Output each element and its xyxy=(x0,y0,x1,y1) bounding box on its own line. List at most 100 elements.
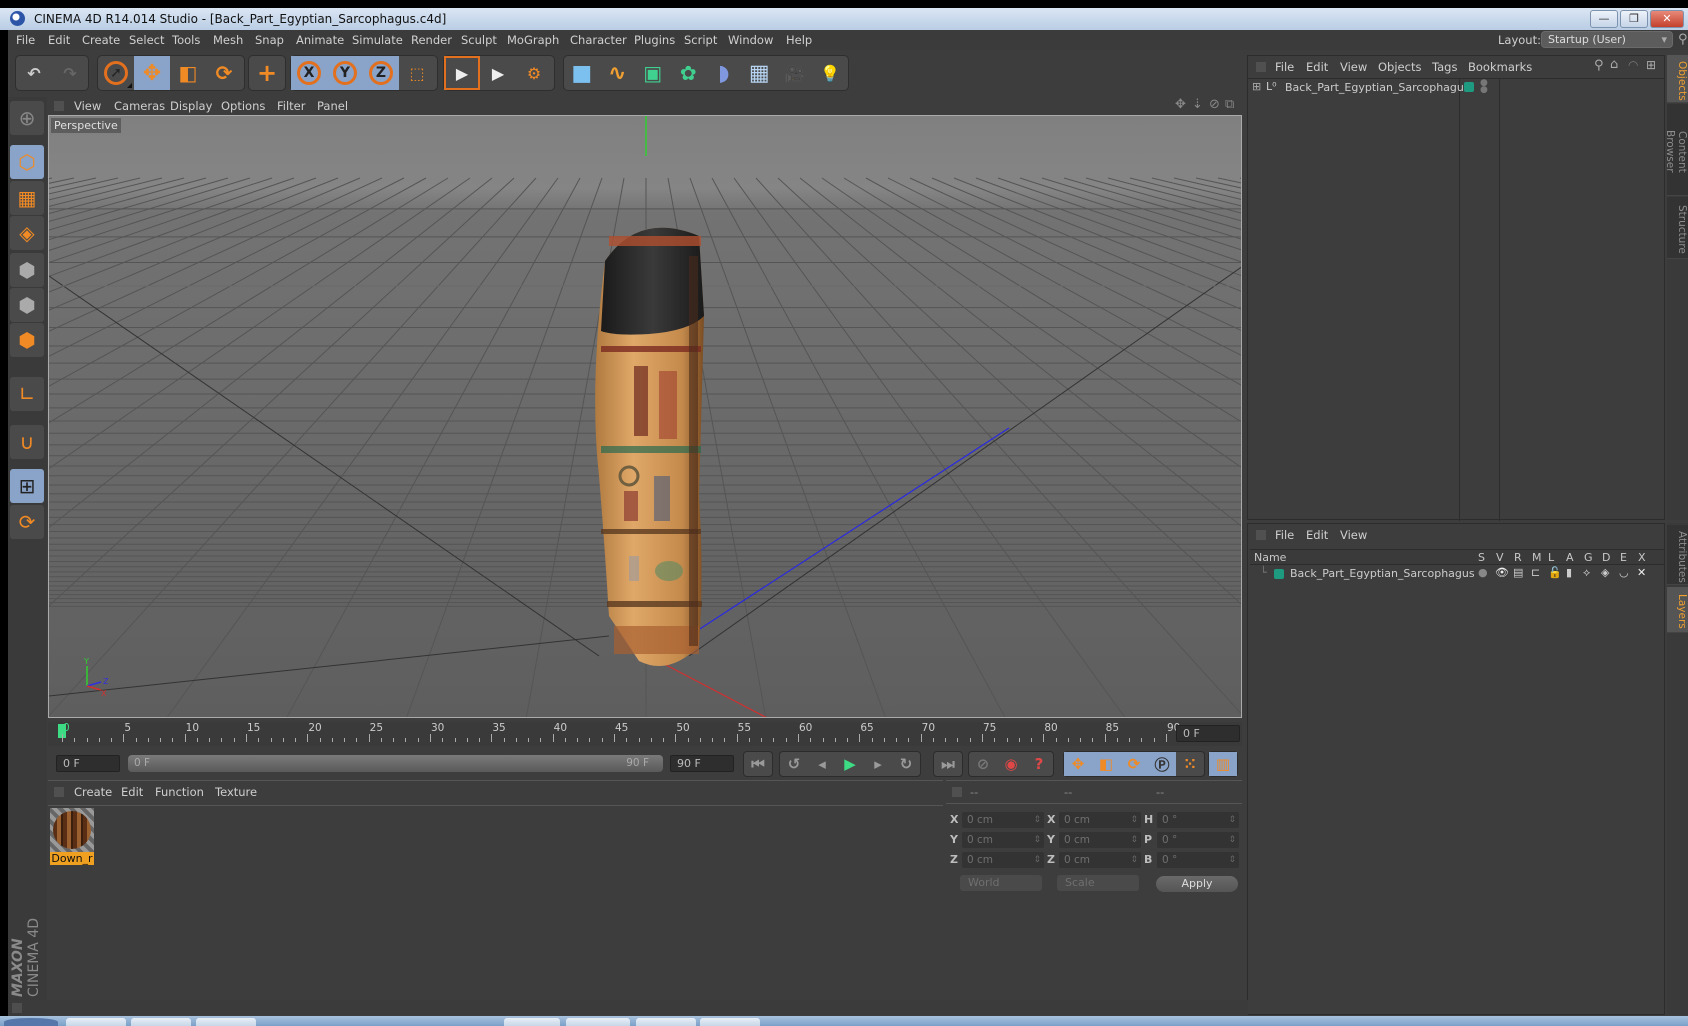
material-menu-edit[interactable]: Edit xyxy=(121,785,143,799)
light-icon[interactable]: 💡 xyxy=(813,56,849,90)
home-icon[interactable]: ⌂ xyxy=(1610,57,1618,72)
visible-toggle-icon[interactable]: 👁 xyxy=(1495,566,1509,579)
record-keys-icon[interactable]: ⊘ xyxy=(969,752,997,776)
render-settings-icon[interactable]: ⚙ xyxy=(516,56,552,90)
object-menu-objects[interactable]: Objects xyxy=(1378,60,1421,74)
subdivision-surface-icon[interactable]: ▣ xyxy=(635,56,671,90)
col-render[interactable]: R xyxy=(1514,551,1522,564)
solo-toggle-icon[interactable]: ● xyxy=(1478,566,1488,579)
next-frame-icon[interactable]: ▸ xyxy=(864,752,892,776)
menu-simulate[interactable]: Simulate xyxy=(352,33,403,47)
eye-icon[interactable]: ◠ xyxy=(1628,58,1638,72)
tab-attributes[interactable]: Attributes xyxy=(1667,525,1688,585)
animation-toggle-icon[interactable]: ▮ xyxy=(1566,566,1572,579)
menu-script[interactable]: Script xyxy=(684,33,717,47)
timeline-ruler[interactable]: 0 5 10 15 20 25 30 35 40 45 50 55 60 65 70 75 80 85 90 0 F xyxy=(48,722,1242,746)
menu-mograph[interactable]: MoGraph xyxy=(507,33,559,47)
key-scale-icon[interactable]: ◧ xyxy=(1092,752,1120,776)
object-name[interactable]: Back_Part_Egyptian_Sarcophagus xyxy=(1285,81,1470,94)
key-parameter-icon[interactable]: Ⓟ xyxy=(1148,752,1176,776)
search-icon[interactable]: ⚲ xyxy=(1594,58,1604,73)
viewport-menu-cameras[interactable]: Cameras xyxy=(114,99,165,113)
cube-icon[interactable]: ■ xyxy=(564,56,600,90)
menu-file[interactable]: File xyxy=(16,33,35,47)
col-solo[interactable]: S xyxy=(1478,551,1485,564)
play-icon[interactable]: ▶ xyxy=(836,752,864,776)
object-menu-bookmarks[interactable]: Bookmarks xyxy=(1468,60,1532,74)
y-axis-button[interactable]: Y xyxy=(327,56,363,90)
restore-button[interactable]: ❐ xyxy=(1620,10,1648,28)
range-slider[interactable]: 0 F 90 F xyxy=(128,755,663,772)
menu-tools[interactable]: Tools xyxy=(172,33,200,47)
search-icon[interactable]: ⚲ xyxy=(1678,32,1688,47)
points-mode-icon[interactable]: ⬢ xyxy=(10,253,44,287)
viewport-menu-panel[interactable]: Panel xyxy=(317,99,348,113)
goto-next-key-icon[interactable]: ↻ xyxy=(892,752,920,776)
current-frame-field[interactable]: 0 F xyxy=(1176,725,1240,742)
layer-color-swatch[interactable] xyxy=(1464,82,1474,92)
panel-grip-icon[interactable] xyxy=(54,787,64,797)
axis-mode-icon[interactable]: ∟ xyxy=(10,377,44,411)
rot-h-field[interactable]: 0 ° xyxy=(1157,812,1239,828)
rot-p-field[interactable]: 0 ° xyxy=(1157,832,1239,848)
maximize-view-icon[interactable]: ⧉ xyxy=(1225,97,1234,112)
key-rotation-icon[interactable]: ⟳ xyxy=(1120,752,1148,776)
col-visible[interactable]: V xyxy=(1496,551,1504,564)
x-axis-button[interactable]: X xyxy=(291,56,327,90)
zoom-view-icon[interactable]: ⇣ xyxy=(1192,97,1203,112)
col-locked[interactable]: L xyxy=(1548,551,1554,564)
material-menu-function[interactable]: Function xyxy=(155,785,204,799)
menu-sculpt[interactable]: Sculpt xyxy=(461,33,497,47)
coordinate-system-icon[interactable]: ⬚ xyxy=(399,56,435,90)
object-menu-edit[interactable]: Edit xyxy=(1306,60,1328,74)
camera-icon[interactable]: 🎥 xyxy=(777,56,813,90)
viewport-menu-display[interactable]: Display xyxy=(170,99,212,113)
menu-create[interactable]: Create xyxy=(82,33,120,47)
pos-y-field[interactable]: 0 cm xyxy=(962,832,1044,848)
layer-menu-edit[interactable]: Edit xyxy=(1306,528,1328,542)
tab-layers[interactable]: Layers xyxy=(1667,587,1688,633)
minimize-button[interactable]: — xyxy=(1590,10,1618,28)
pos-x-field[interactable]: 0 cm xyxy=(962,812,1044,828)
taskbar-item[interactable] xyxy=(196,1018,256,1026)
taskbar-item[interactable] xyxy=(66,1018,126,1026)
panel-grip-icon[interactable] xyxy=(952,787,962,797)
menu-edit[interactable]: Edit xyxy=(48,33,70,47)
menu-render[interactable]: Render xyxy=(411,33,452,47)
deformer-icon[interactable]: ◗ xyxy=(706,56,742,90)
menu-mesh[interactable]: Mesh xyxy=(213,33,243,47)
col-generators[interactable]: G xyxy=(1584,551,1593,564)
prev-frame-icon[interactable]: ◂ xyxy=(808,752,836,776)
add-tool-icon[interactable]: + xyxy=(249,56,285,90)
goto-start-icon[interactable]: ⏮ xyxy=(744,752,772,776)
pos-z-field[interactable]: 0 cm xyxy=(962,852,1044,868)
tab-structure[interactable]: Structure xyxy=(1667,197,1688,259)
edges-mode-icon[interactable]: ⬢ xyxy=(10,288,44,322)
start-frame-field[interactable]: 0 F xyxy=(56,755,120,772)
goto-prev-key-icon[interactable]: ↺ xyxy=(780,752,808,776)
layer-color-swatch[interactable] xyxy=(1274,569,1284,579)
key-position-icon[interactable]: ✥ xyxy=(1064,752,1092,776)
rotate-view-icon[interactable]: ⊘ xyxy=(1209,97,1220,112)
material-menu-create[interactable]: Create xyxy=(74,785,112,799)
col-name[interactable]: Name xyxy=(1254,551,1286,564)
xref-toggle-icon[interactable]: ✕ xyxy=(1637,566,1646,579)
viewport-menu-options[interactable]: Options xyxy=(221,99,265,113)
taskbar-item[interactable] xyxy=(566,1018,630,1026)
pan-view-icon[interactable]: ✥ xyxy=(1175,97,1186,112)
snap-magnet-icon[interactable]: ∪ xyxy=(10,425,44,459)
panel-grip-icon[interactable] xyxy=(54,101,64,111)
layout-select[interactable]: Startup (User) xyxy=(1541,31,1673,48)
new-panel-icon[interactable]: ⊞ xyxy=(1646,58,1656,72)
model-mode-icon[interactable]: ⬡ xyxy=(10,145,44,179)
object-menu-tags[interactable]: Tags xyxy=(1432,60,1457,74)
menu-character[interactable]: Character xyxy=(570,33,627,47)
coordinate-space-select[interactable]: World xyxy=(960,875,1042,891)
start-button[interactable] xyxy=(4,1018,58,1026)
layer-menu-file[interactable]: File xyxy=(1275,528,1294,542)
viewport-menu-view[interactable]: View xyxy=(74,99,101,113)
tab-content-browser[interactable]: Content Browser xyxy=(1664,104,1688,196)
move-tool-icon[interactable]: ✥ xyxy=(134,56,170,90)
deformer-toggle-icon[interactable]: ◈ xyxy=(1601,566,1609,579)
apply-button[interactable]: Apply xyxy=(1156,876,1238,892)
